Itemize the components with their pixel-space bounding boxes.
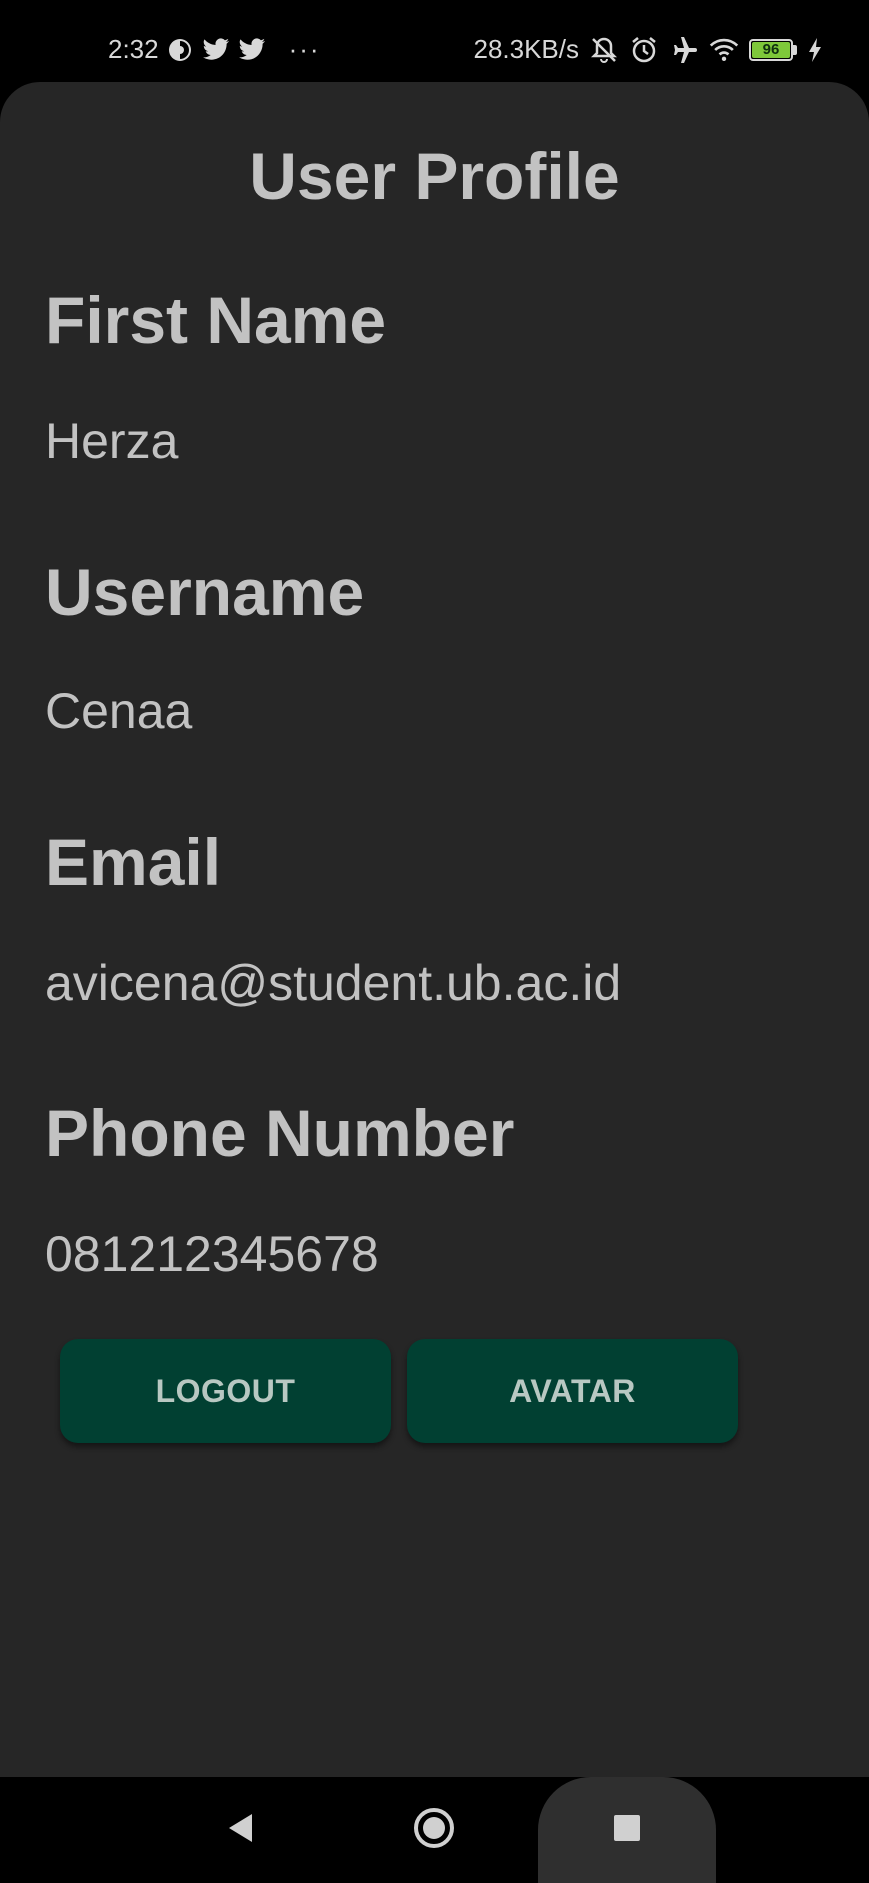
phone-screen: 2:32 ··· 28.3KB/s 96 User Profile First … (0, 0, 869, 1883)
twitter-icon (237, 35, 267, 65)
recents-square-icon (613, 1814, 641, 1847)
status-bar: 2:32 ··· 28.3KB/s 96 (0, 0, 869, 82)
battery-indicator: 96 (749, 38, 797, 61)
airplane-icon (669, 35, 699, 65)
charging-bolt-icon (807, 35, 823, 65)
more-notifications-icon: ··· (288, 34, 321, 64)
email-label: Email (45, 825, 222, 899)
silent-icon (589, 35, 619, 65)
status-time: 2:32 (108, 34, 159, 64)
network-speed: 28.3KB/s (473, 34, 579, 64)
avatar-button[interactable]: AVATAR (407, 1339, 738, 1443)
first-name-label: First Name (45, 283, 387, 357)
page-title: User Profile (249, 139, 620, 213)
phone-number-value: 081212345678 (45, 1226, 379, 1282)
navigation-bar (0, 1777, 869, 1883)
first-name-value: Herza (45, 413, 179, 469)
status-bar-right: 28.3KB/s 96 (473, 34, 823, 65)
phone-number-label: Phone Number (45, 1096, 515, 1170)
status-bar-left: 2:32 ··· (108, 34, 321, 65)
username-value: Cenaa (45, 683, 193, 739)
back-triangle-icon (226, 1812, 254, 1849)
battery-tip (793, 44, 797, 55)
email-value: avicena@student.ub.ac.id (45, 955, 622, 1011)
battery-icon: 96 (749, 38, 793, 61)
logout-button[interactable]: LOGOUT (60, 1339, 391, 1443)
wifi-icon (709, 35, 739, 65)
recents-button[interactable] (597, 1800, 657, 1860)
data-saver-icon (165, 35, 195, 65)
home-circle-icon (412, 1806, 456, 1855)
home-button[interactable] (404, 1800, 464, 1860)
username-label: Username (45, 555, 365, 629)
back-button[interactable] (210, 1800, 270, 1860)
alarm-icon (629, 35, 659, 65)
profile-screen: User Profile First Name Herza Username C… (0, 82, 869, 1777)
battery-level: 96 (762, 40, 780, 58)
twitter-icon (201, 35, 231, 65)
